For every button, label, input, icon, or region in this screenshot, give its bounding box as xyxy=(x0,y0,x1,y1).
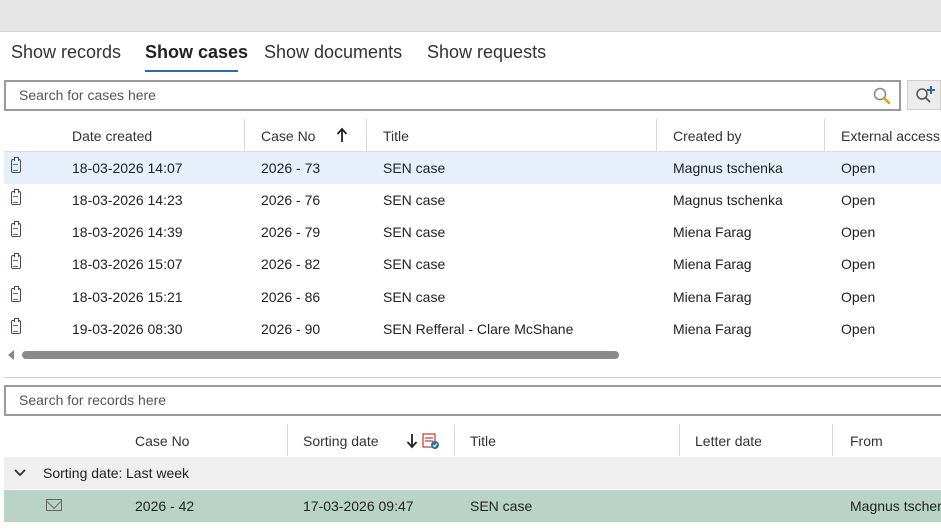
case-clipboard-icon xyxy=(11,189,21,205)
cell-created-by: Magnus tschenka xyxy=(673,192,783,208)
scrollbar-thumb[interactable] xyxy=(22,351,619,359)
cell-created-by: Miena Farag xyxy=(673,321,752,337)
table-row[interactable]: 18-03-2026 14:07 2026 - 73 SEN case Magn… xyxy=(4,152,941,184)
cell-case-no: 2026 - 86 xyxy=(261,289,321,305)
cell-from: Magnus tschenka xyxy=(850,498,941,514)
cell-date-created: 18-03-2026 15:21 xyxy=(72,289,183,305)
cell-case-no: 2026 - 90 xyxy=(261,321,321,337)
case-clipboard-icon xyxy=(11,253,21,269)
table-row[interactable]: 18-03-2026 14:23 2026 - 76 SEN case Magn… xyxy=(4,184,941,216)
case-clipboard-icon xyxy=(11,318,21,334)
cell-case-no: 2026 - 76 xyxy=(261,192,321,208)
column-header-case-no[interactable]: Case No xyxy=(135,433,189,449)
mail-icon xyxy=(46,499,62,511)
table-row[interactable]: 18-03-2026 15:21 2026 - 86 SEN case Mien… xyxy=(4,281,941,313)
chevron-down-icon[interactable] xyxy=(13,468,27,478)
cell-created-by: Miena Farag xyxy=(673,289,752,305)
active-tab-indicator xyxy=(145,70,238,72)
cell-created-by: Magnus tschenka xyxy=(673,160,783,176)
column-divider[interactable] xyxy=(244,119,245,151)
cell-title: SEN case xyxy=(383,256,446,272)
cell-title: SEN Refferal - Clare McShane xyxy=(383,321,574,337)
cell-case-no: 2026 - 42 xyxy=(135,498,195,514)
cell-date-created: 18-03-2026 14:39 xyxy=(72,224,183,240)
cell-date-created: 19-03-2026 08:30 xyxy=(72,321,183,337)
cell-external-access: Open xyxy=(841,289,876,305)
cell-title: SEN case xyxy=(383,289,446,305)
cell-external-access: Open xyxy=(841,160,876,176)
table-row[interactable]: 18-03-2026 15:07 2026 - 82 SEN case Mien… xyxy=(4,248,941,280)
case-clipboard-icon xyxy=(11,221,21,237)
column-header-sorting-date[interactable]: Sorting date xyxy=(303,433,379,449)
group-value: Last week xyxy=(126,465,190,481)
cases-search-placeholder: Search for cases here xyxy=(19,87,156,103)
column-header-title[interactable]: Title xyxy=(383,128,409,144)
records-search-placeholder: Search for records here xyxy=(19,392,167,408)
column-divider[interactable] xyxy=(679,424,680,456)
cell-date-created: 18-03-2026 14:23 xyxy=(72,192,183,208)
cell-sorting-date: 17-03-2026 09:47 xyxy=(303,498,414,514)
group-row[interactable]: Sorting date: Last week xyxy=(4,457,941,489)
cell-title: SEN case xyxy=(470,498,533,514)
column-divider[interactable] xyxy=(287,424,288,456)
scroll-left-icon[interactable] xyxy=(8,350,14,360)
table-row[interactable]: 18-03-2026 14:39 2026 - 79 SEN case Mien… xyxy=(4,216,941,248)
cell-title: SEN case xyxy=(383,160,446,176)
cell-external-access: Open xyxy=(841,321,876,337)
column-divider[interactable] xyxy=(824,119,825,151)
column-header-date-created[interactable]: Date created xyxy=(72,128,152,144)
table-row[interactable]: 2026 - 42 17-03-2026 09:47 SEN case Magn… xyxy=(4,490,941,522)
cases-search-input[interactable]: Search for cases here xyxy=(4,80,901,111)
column-header-case-no[interactable]: Case No xyxy=(261,128,315,144)
cell-created-by: Miena Farag xyxy=(673,224,752,240)
cell-case-no: 2026 - 79 xyxy=(261,224,321,240)
tab-show-documents[interactable]: Show documents xyxy=(264,42,402,63)
top-bar xyxy=(0,0,941,32)
cell-created-by: Miena Farag xyxy=(673,256,752,272)
column-divider[interactable] xyxy=(656,119,657,151)
search-icon[interactable] xyxy=(872,86,892,106)
advanced-search-icon xyxy=(916,86,935,103)
advanced-search-button[interactable] xyxy=(907,80,941,110)
column-divider[interactable] xyxy=(366,119,367,151)
records-search-input[interactable]: Search for records here xyxy=(4,385,941,416)
horizontal-scrollbar[interactable] xyxy=(4,348,941,362)
column-header-title[interactable]: Title xyxy=(470,433,496,449)
tab-show-requests[interactable]: Show requests xyxy=(427,42,546,63)
cell-case-no: 2026 - 82 xyxy=(261,256,321,272)
cell-title: SEN case xyxy=(383,224,446,240)
cell-external-access: Open xyxy=(841,192,876,208)
column-header-letter-date[interactable]: Letter date xyxy=(695,433,762,449)
group-label: Sorting date: xyxy=(43,465,123,481)
column-header-from[interactable]: From xyxy=(850,433,883,449)
tab-show-cases[interactable]: Show cases xyxy=(145,42,248,63)
pane-divider[interactable] xyxy=(4,377,941,378)
table-row[interactable]: 19-03-2026 08:30 2026 - 90 SEN Refferal … xyxy=(4,313,941,345)
tab-bar: Show records Show cases Show documents S… xyxy=(0,32,941,76)
column-header-external-access[interactable]: External access xyxy=(841,128,940,144)
cell-title: SEN case xyxy=(383,192,446,208)
tab-show-records[interactable]: Show records xyxy=(11,42,121,63)
cell-external-access: Open xyxy=(841,224,876,240)
cell-case-no: 2026 - 73 xyxy=(261,160,321,176)
sort-ascending-icon[interactable] xyxy=(336,127,348,143)
column-divider[interactable] xyxy=(832,424,833,456)
cell-date-created: 18-03-2026 15:07 xyxy=(72,256,183,272)
sort-descending-icon[interactable] xyxy=(406,432,442,450)
column-header-created-by[interactable]: Created by xyxy=(673,128,741,144)
case-clipboard-icon xyxy=(11,286,21,302)
case-clipboard-icon xyxy=(11,157,21,173)
cell-date-created: 18-03-2026 14:07 xyxy=(72,160,183,176)
column-divider[interactable] xyxy=(454,424,455,456)
cell-external-access: Open xyxy=(841,256,876,272)
